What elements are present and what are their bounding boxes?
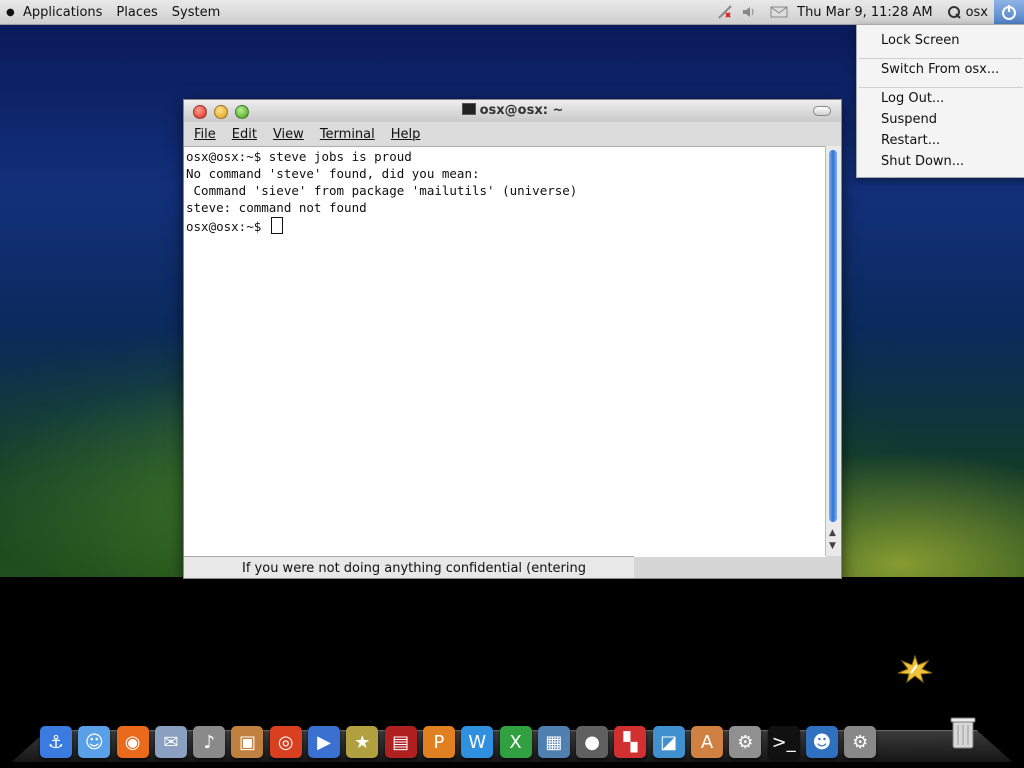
menu-view[interactable]: View <box>263 127 310 142</box>
menu-help[interactable]: Help <box>381 127 427 142</box>
speaker-icon[interactable]: ● <box>576 726 609 758</box>
menu-places[interactable]: Places <box>109 5 164 20</box>
apple-logo-icon: ● <box>6 6 15 18</box>
pages-icon[interactable]: P <box>422 726 455 758</box>
sparkle-icon <box>897 655 933 683</box>
text-cursor <box>270 217 283 234</box>
movie-clapper-icon[interactable]: ▶ <box>308 726 341 758</box>
power-icon[interactable] <box>994 0 1024 24</box>
terminal-window: osx@osx: ~ File Edit View Terminal Help … <box>183 99 842 579</box>
mail-stamp-icon[interactable]: ✉ <box>154 726 187 758</box>
network-disconnected-icon[interactable] <box>715 3 735 21</box>
scroll-up-arrow-icon[interactable]: ▲ <box>829 528 836 538</box>
disk-utility-icon[interactable]: ◪ <box>652 726 685 758</box>
menu-lock-screen[interactable]: Lock Screen <box>881 33 959 48</box>
menu-restart[interactable]: Restart... <box>881 133 940 148</box>
system-tool-icon[interactable]: ⚙ <box>729 726 762 758</box>
terminal-icon[interactable]: >_ <box>767 726 800 758</box>
terminal-line: steve: command not found <box>186 200 367 215</box>
toolbar-toggle-button[interactable] <box>813 106 831 116</box>
film-strip-icon[interactable]: ▤ <box>384 726 417 758</box>
terminal-prompt-line: osx@osx:~$ <box>186 217 283 234</box>
word-w-icon[interactable]: W <box>461 726 494 758</box>
terminal-title-icon <box>461 103 476 115</box>
menu-applications[interactable]: Applications <box>16 5 109 20</box>
users-icon[interactable]: ☻ <box>805 726 838 758</box>
terminal-menubar: File Edit View Terminal Help <box>184 122 841 146</box>
excel-x-icon[interactable]: X <box>499 726 532 758</box>
window-title: osx@osx: ~ <box>184 103 841 118</box>
font-book-icon[interactable]: A <box>691 726 724 758</box>
terminal-line: No command 'steve' found, did you mean: <box>186 166 480 181</box>
mail-icon[interactable] <box>769 3 789 21</box>
menu-switch-user[interactable]: Switch From osx... <box>881 62 999 77</box>
session-menu: Lock Screen Switch From osx... Log Out..… <box>856 24 1024 178</box>
menu-log-out[interactable]: Log Out... <box>881 91 944 106</box>
user-switcher[interactable]: osx <box>941 5 994 20</box>
star-movie-icon[interactable]: ★ <box>346 726 379 758</box>
finder-icon[interactable]: ☺ <box>78 726 111 758</box>
menu-system[interactable]: System <box>165 5 227 20</box>
photo-camera-icon[interactable]: ▣ <box>231 726 264 758</box>
scroll-down-arrow-icon[interactable]: ▼ <box>829 541 836 551</box>
window-manager-icon[interactable]: ▦ <box>537 726 570 758</box>
terminal-output[interactable]: osx@osx:~$ steve jobs is proud No comman… <box>184 146 826 557</box>
microphone-icon[interactable]: ♪ <box>193 726 226 758</box>
scrollbar-thumb[interactable] <box>829 150 837 522</box>
user-status-icon <box>947 6 961 19</box>
menu-separator <box>859 58 1023 59</box>
anchor-icon[interactable]: ⚓ <box>40 726 72 758</box>
trash-icon[interactable] <box>950 716 976 750</box>
vertical-scrollbar[interactable]: ▲ ▼ <box>825 146 841 556</box>
blocks-icon[interactable]: ▚ <box>614 726 647 758</box>
title-bar[interactable]: osx@osx: ~ <box>184 100 841 122</box>
menu-suspend[interactable]: Suspend <box>881 112 937 127</box>
menu-edit[interactable]: Edit <box>222 127 263 142</box>
notification-text: If you were not doing anything confident… <box>184 556 634 578</box>
menu-shut-down[interactable]: Shut Down... <box>881 154 964 169</box>
volume-icon[interactable] <box>739 3 759 21</box>
menu-separator <box>859 87 1023 88</box>
firefox-icon[interactable]: ◉ <box>116 726 149 758</box>
menu-terminal[interactable]: Terminal <box>310 127 381 142</box>
dock: ⚓ ☺ ◉ ✉ ♪ ▣ ◎ ▶ ★ ▤ P W X ▦ ● ▚ ◪ A ⚙ >_… <box>40 714 990 758</box>
clock[interactable]: Thu Mar 9, 11:28 AM <box>791 5 940 20</box>
menu-file[interactable]: File <box>184 127 222 142</box>
system-preferences-icon[interactable]: ⚙ <box>844 726 877 758</box>
top-panel: ● Applications Places System Thu Mar 9, … <box>0 0 1024 25</box>
terminal-line: Command 'sieve' from package 'mailutils'… <box>186 183 578 198</box>
burn-disc-icon[interactable]: ◎ <box>269 726 302 758</box>
terminal-line: osx@osx:~$ steve jobs is proud <box>186 149 412 164</box>
user-name: osx <box>965 4 988 20</box>
